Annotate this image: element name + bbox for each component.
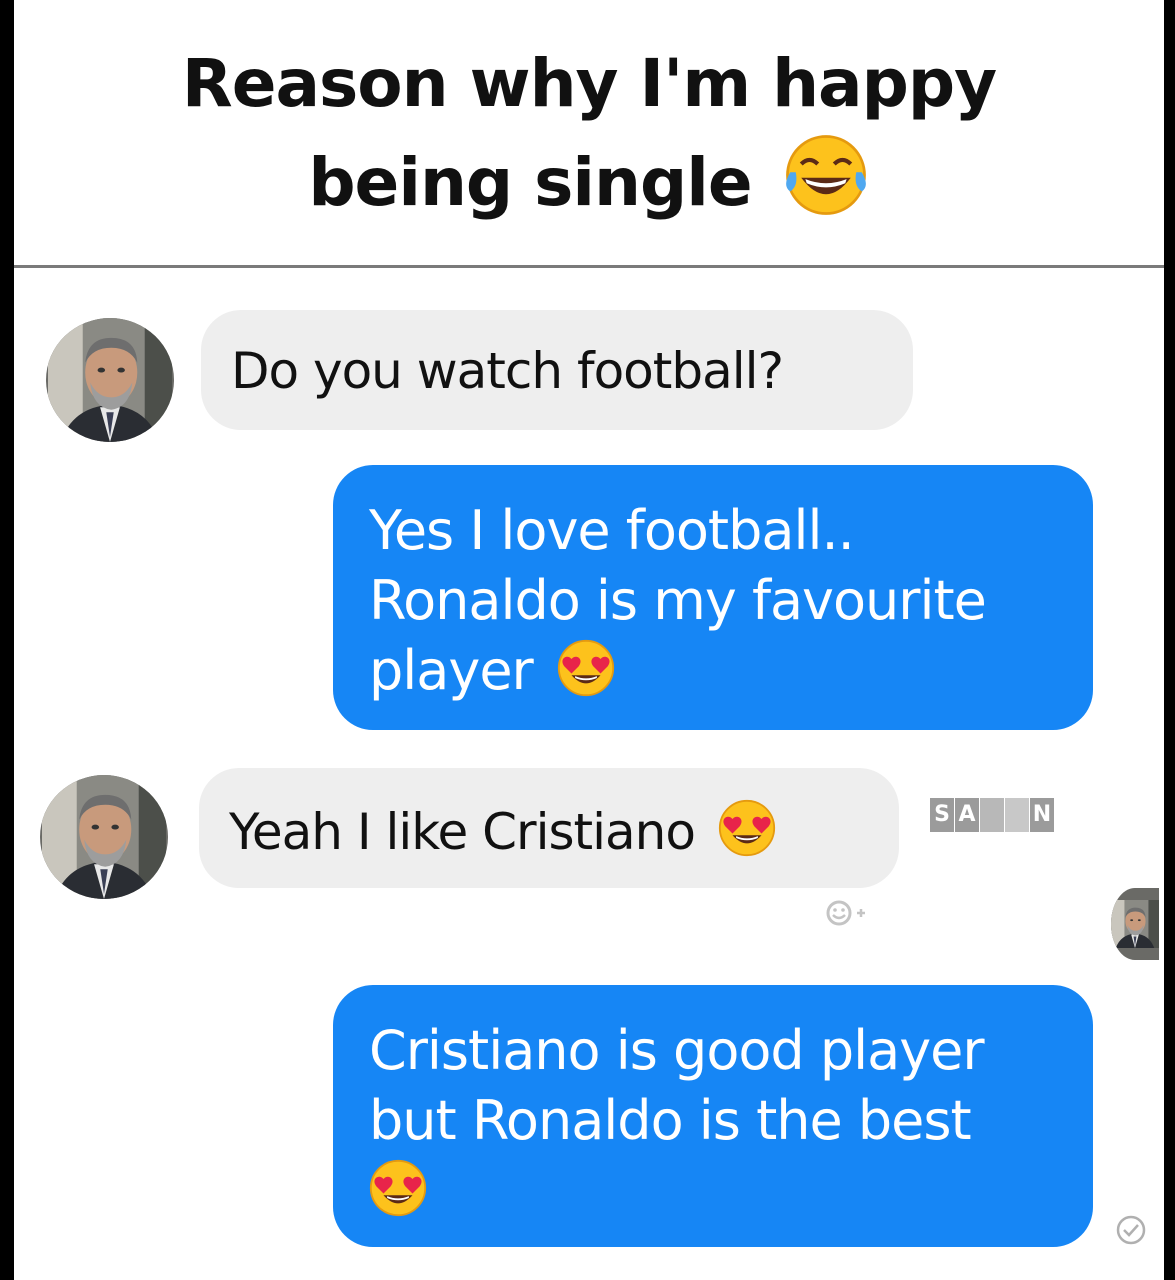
watermark-logo: S A N <box>930 798 1054 832</box>
seen-by-avatar <box>1111 888 1159 960</box>
message-line: Cristiano is good player <box>369 1019 985 1082</box>
message-line: player <box>369 639 534 702</box>
face-with-tears-of-joy-icon <box>782 131 870 219</box>
profile-photo <box>1111 888 1159 960</box>
avatar[interactable] <box>46 318 174 442</box>
message-line-last <box>369 1156 1073 1226</box>
message-line: Yes I love football.. <box>369 499 855 562</box>
delivered-check-icon <box>1116 1215 1146 1245</box>
incoming-message-bubble[interactable]: Yeah I like Cristiano <box>199 768 899 888</box>
screenshot-frame: Reason why I'm happy being single Do you… <box>14 0 1164 1280</box>
heart-eyes-icon <box>718 799 776 857</box>
caption-header: Reason why I'm happy being single <box>14 0 1164 268</box>
message-line-last: player <box>369 636 1073 706</box>
profile-photo <box>40 775 168 899</box>
watermark-letter <box>1005 798 1029 832</box>
watermark-letter <box>980 798 1004 832</box>
message-line: but Ronaldo is the best <box>369 1089 972 1152</box>
heart-eyes-icon <box>369 1159 427 1217</box>
avatar[interactable] <box>40 775 168 899</box>
watermark-letter: N <box>1030 798 1054 832</box>
watermark-letter: A <box>955 798 979 832</box>
profile-photo <box>46 318 174 442</box>
outgoing-message-bubble[interactable]: Cristiano is good player but Ronaldo is … <box>333 985 1093 1247</box>
message-text: Yeah I like Cristiano <box>229 803 696 861</box>
title-text: Reason why I'm happy being single <box>181 44 997 221</box>
heart-eyes-icon <box>557 639 615 697</box>
message-text: Do you watch football? <box>231 342 784 400</box>
watermark-letter: S <box>930 798 954 832</box>
message-line: Ronaldo is my favourite <box>369 569 987 632</box>
add-reaction-icon[interactable] <box>824 898 872 928</box>
outgoing-message-bubble[interactable]: Yes I love football.. Ronaldo is my favo… <box>333 465 1093 730</box>
incoming-message-bubble[interactable]: Do you watch football? <box>201 310 913 430</box>
page-title: Reason why I'm happy being single <box>114 36 1064 230</box>
